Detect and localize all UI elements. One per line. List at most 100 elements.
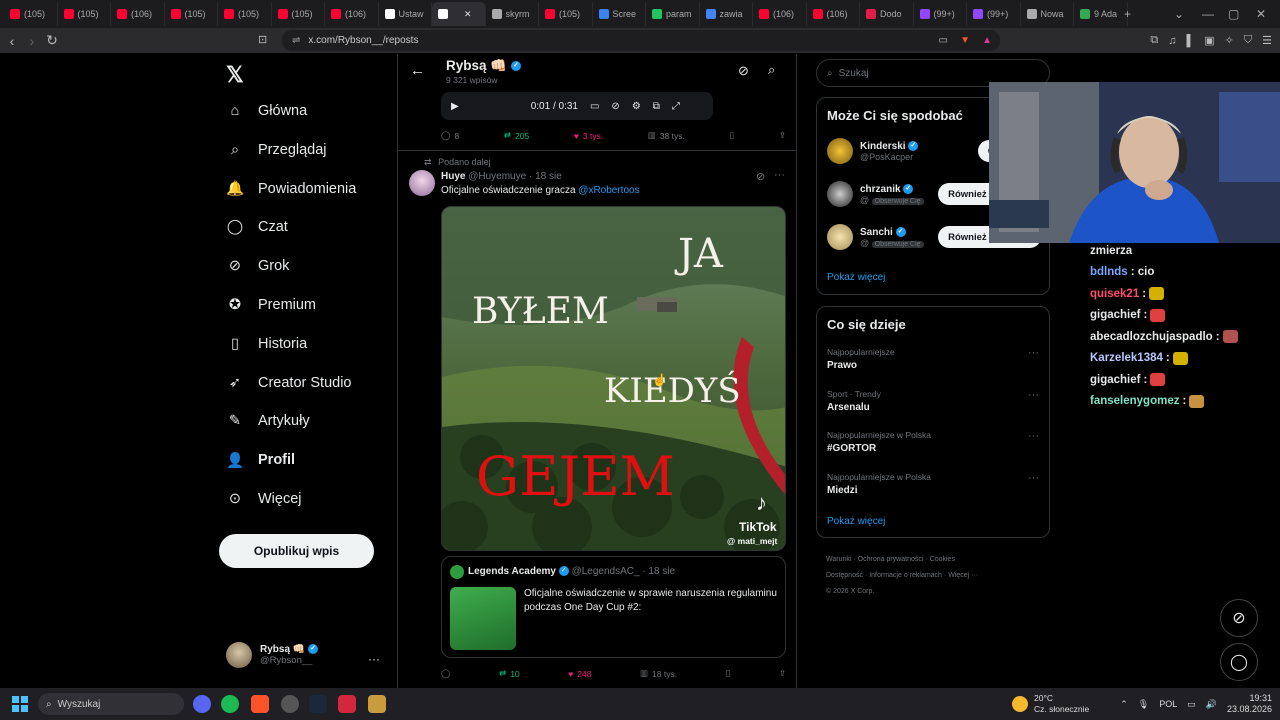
- footer-privacy[interactable]: Ochrona prywatności: [858, 556, 924, 563]
- obs-icon[interactable]: [281, 695, 299, 713]
- account-more-icon[interactable]: ···: [368, 652, 380, 666]
- post-more-icon[interactable]: ···: [774, 169, 785, 181]
- trend-more-icon[interactable]: ···: [1028, 389, 1039, 401]
- menu-icon[interactable]: ☰: [1262, 34, 1272, 47]
- spotify-icon[interactable]: [221, 695, 239, 713]
- browser-tab[interactable]: (105): [218, 2, 272, 26]
- minimize-icon[interactable]: —: [1202, 0, 1214, 28]
- url-field[interactable]: ⇌ x.com/Rybson__/reposts ▭ ▼ ▲: [282, 30, 1000, 51]
- trend-more-icon[interactable]: ···: [1028, 347, 1039, 359]
- nav-item-profile[interactable]: 👤 Profil: [226, 451, 295, 469]
- trend-item[interactable]: Sport · Trendy Arsenalu ···: [827, 389, 1039, 413]
- close-window-icon[interactable]: ✕: [1256, 0, 1266, 28]
- trend-item[interactable]: Najpopularniejsze w Polska #GORTOR ···: [827, 430, 1039, 454]
- brave-shield-icon[interactable]: ▼: [960, 35, 970, 46]
- browser-tab[interactable]: (106): [325, 2, 379, 26]
- post-button[interactable]: Opublikuj wpis: [219, 534, 374, 568]
- post-author-handle[interactable]: @Huyemuye: [468, 171, 526, 182]
- chat-username[interactable]: Karzelek1384: [1090, 352, 1163, 364]
- bookmark-button[interactable]: ▯: [730, 130, 735, 141]
- mute-icon[interactable]: ⊘: [611, 101, 619, 112]
- quoted-post[interactable]: Legends Academy ✓ @LegendsAC_ · 18 sie O…: [441, 556, 786, 658]
- weather-widget[interactable]: 20°C Cz. słonecznie: [1012, 693, 1089, 715]
- browser-tab[interactable]: 9 Ada: [1074, 2, 1128, 26]
- site-info-icon[interactable]: ⇌: [292, 35, 300, 46]
- clock[interactable]: 19:31 23.08.2026: [1227, 693, 1272, 715]
- post-date[interactable]: · 18 sie: [529, 171, 562, 182]
- mic-icon[interactable]: 🎙: [1138, 699, 1149, 710]
- nav-item-grok[interactable]: ⊘ Grok: [226, 257, 290, 275]
- nav-item-chat[interactable]: ◯ Czat: [226, 218, 288, 236]
- bookmark-button[interactable]: ▯: [726, 668, 731, 679]
- nav-item-bookmark[interactable]: ▯ Historia: [226, 335, 307, 353]
- post-video[interactable]: JA BYŁEM KIEDYŚ GEJEM ♪ TikTok @ mati_me…: [441, 206, 786, 551]
- reply-button[interactable]: ◯: [441, 668, 451, 679]
- nav-item-rocket[interactable]: ➶ Creator Studio: [226, 374, 352, 392]
- install-icon[interactable]: ▭: [939, 35, 948, 46]
- league-icon[interactable]: [368, 695, 386, 713]
- reply-button[interactable]: ◯ 8: [441, 130, 459, 141]
- browser-tab[interactable]: param: [646, 2, 700, 26]
- browser-tab[interactable]: ✕: [432, 2, 486, 26]
- steam-icon[interactable]: [309, 695, 327, 713]
- language-indicator[interactable]: POL: [1159, 699, 1177, 709]
- captions-icon[interactable]: ▭: [590, 101, 599, 112]
- header-search-icon[interactable]: ⌕: [768, 62, 775, 78]
- browser-tab[interactable]: (105): [165, 2, 218, 26]
- mention-link[interactable]: @xRobertoos: [578, 185, 639, 196]
- footer-cookies[interactable]: Cookies: [930, 556, 955, 563]
- browser-tab[interactable]: Nowa: [1021, 2, 1074, 26]
- back-arrow-icon[interactable]: ←: [410, 62, 425, 79]
- like-button[interactable]: ♥ 3 tys.: [574, 130, 603, 141]
- extensions-icon[interactable]: ⧉: [1150, 34, 1158, 47]
- post-author-name[interactable]: Huye: [441, 171, 465, 182]
- reload-icon[interactable]: ↻: [42, 32, 62, 49]
- account-switcher[interactable]: Rybsą 👊🏻 ✓ @Rybson__: [226, 642, 319, 668]
- new-tab-icon[interactable]: +: [1124, 0, 1131, 28]
- browser-tab[interactable]: (106): [753, 2, 807, 26]
- close-tab-icon[interactable]: ✕: [464, 9, 472, 20]
- repost-button[interactable]: ⇄ 10: [499, 668, 520, 679]
- views-button[interactable]: ▥ 18 tys.: [640, 668, 677, 679]
- play-icon[interactable]: ▶: [451, 101, 459, 112]
- share-icon[interactable]: ⇪: [779, 130, 786, 141]
- bookmark-page-icon[interactable]: ⊡: [258, 33, 267, 46]
- fullscreen-icon[interactable]: ⤢: [672, 101, 680, 112]
- browser-tab[interactable]: Scree: [593, 2, 646, 26]
- footer-ads-info[interactable]: Informacje o reklamach: [869, 572, 942, 579]
- rewards-icon[interactable]: ▲: [982, 35, 992, 46]
- chat-username[interactable]: gigachief: [1090, 374, 1140, 386]
- grok-header-icon[interactable]: ⊘: [738, 63, 749, 79]
- trend-more-icon[interactable]: ···: [1028, 430, 1039, 442]
- windows-start-icon[interactable]: [12, 696, 28, 712]
- browser-tab[interactable]: (105): [4, 2, 58, 26]
- back-icon[interactable]: ‹: [2, 33, 22, 49]
- grok-post-icon[interactable]: ⊘: [756, 170, 765, 183]
- show-more-link[interactable]: Pokaż więcej: [827, 272, 885, 283]
- browser-tab[interactable]: Ustaw: [379, 2, 432, 26]
- brave-icon[interactable]: [251, 695, 269, 713]
- footer-more[interactable]: Więcej ···: [948, 572, 978, 579]
- browser-tab[interactable]: (99+): [914, 2, 967, 26]
- nav-item-more[interactable]: ⊙ Więcej: [226, 490, 302, 508]
- music-icon[interactable]: ♫: [1168, 35, 1176, 47]
- chat-username[interactable]: fanselenygomez: [1090, 395, 1179, 407]
- chat-username[interactable]: gigachief: [1090, 309, 1140, 321]
- tab-list-icon[interactable]: ⌄: [1174, 0, 1184, 28]
- forward-icon[interactable]: ›: [22, 33, 42, 49]
- footer-accessibility[interactable]: Dostępność: [826, 572, 863, 579]
- browser-tab[interactable]: zawia: [700, 2, 753, 26]
- nav-item-search[interactable]: ⌕ Przeglądaj: [226, 141, 327, 159]
- browser-tab[interactable]: (105): [272, 2, 325, 26]
- browser-tab[interactable]: (105): [58, 2, 111, 26]
- browser-tab[interactable]: Dodo: [860, 2, 914, 26]
- pip-icon[interactable]: ⧉: [653, 101, 660, 112]
- like-button[interactable]: ♥ 248: [568, 668, 591, 679]
- ai-icon[interactable]: ✧: [1225, 34, 1234, 47]
- browser-tab[interactable]: (106): [807, 2, 860, 26]
- messages-fab-icon[interactable]: ◯: [1220, 643, 1258, 681]
- settings-icon[interactable]: ⚙: [632, 101, 641, 112]
- views-button[interactable]: ▥ 38 tys.: [648, 130, 685, 141]
- trends-show-more-link[interactable]: Pokaż więcej: [827, 516, 885, 527]
- chat-username[interactable]: quisek21: [1090, 288, 1139, 300]
